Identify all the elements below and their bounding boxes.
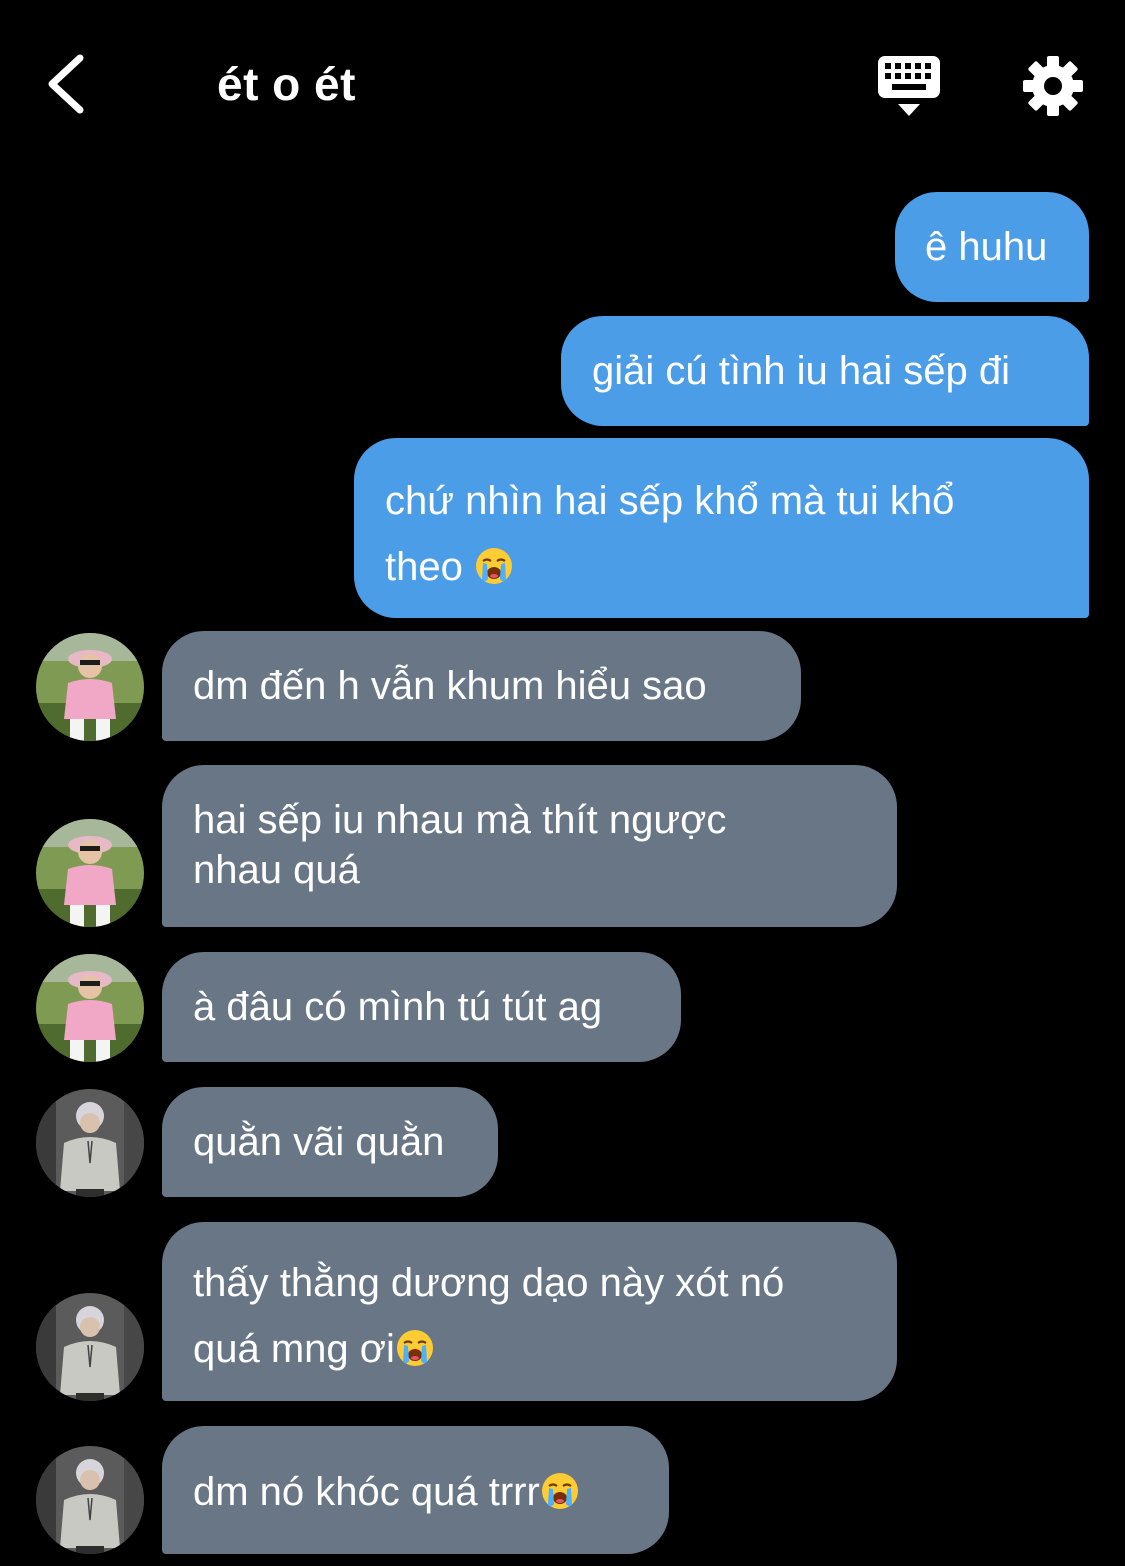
- message-bubble-sent[interactable]: giải cú tình iu hai sếp đi: [561, 316, 1089, 426]
- message-text: hai sếp iu nhau mà thít ngược: [193, 798, 727, 842]
- keyboard-hide-icon: [878, 56, 940, 116]
- message-text: dm đến h vẫn khum hiểu sao: [193, 664, 707, 708]
- loudly-crying-face-icon: [540, 1471, 580, 1511]
- loudly-crying-face-icon: [395, 1328, 435, 1368]
- message-text: chứ nhìn hai sếp khổ mà tui khổ: [385, 479, 955, 523]
- avatar[interactable]: [36, 819, 144, 927]
- loudly-crying-face-icon: [474, 546, 514, 586]
- grey-hoodie-avatar-icon: [36, 1089, 144, 1197]
- gear-icon: [1023, 56, 1083, 116]
- message-text-line: theo: [385, 534, 1089, 600]
- pink-shirt-avatar-icon: [36, 954, 144, 1062]
- message-bubble-sent[interactable]: ê huhu: [895, 192, 1089, 302]
- message-text: giải cú tình iu hai sếp đi: [592, 349, 1011, 393]
- message-bubble-received[interactable]: quằn vãi quằn: [162, 1087, 498, 1197]
- pink-shirt-avatar-icon: [36, 819, 144, 927]
- message-text: ê huhu: [925, 225, 1048, 269]
- chat-header: ét o ét: [0, 0, 1125, 170]
- message-bubble-received[interactable]: dm nó khóc quá trrr: [162, 1426, 669, 1554]
- avatar[interactable]: [36, 1089, 144, 1197]
- message-bubble-received[interactable]: dm đến h vẫn khum hiểu sao: [162, 631, 801, 741]
- message-text: thấy thằng dương dạo này xót nó: [193, 1261, 785, 1305]
- avatar[interactable]: [36, 1446, 144, 1554]
- message-text: quằn vãi quằn: [193, 1120, 445, 1164]
- back-button[interactable]: [40, 52, 96, 116]
- avatar[interactable]: [36, 633, 144, 741]
- message-text: nhau quá: [193, 848, 360, 892]
- avatar[interactable]: [36, 954, 144, 1062]
- grey-hoodie-avatar-icon: [36, 1293, 144, 1401]
- message-text: dm nó khóc quá trrr: [193, 1470, 540, 1514]
- chat-title: ét o ét: [217, 58, 356, 110]
- avatar[interactable]: [36, 1293, 144, 1401]
- settings-button[interactable]: [1021, 54, 1085, 118]
- message-bubble-received[interactable]: hai sếp iu nhau mà thít ngược nhau quá: [162, 765, 897, 927]
- chevron-left-icon: [48, 54, 84, 114]
- grey-hoodie-avatar-icon: [36, 1446, 144, 1554]
- message-bubble-received[interactable]: thấy thằng dương dạo này xót nó quá mng …: [162, 1222, 897, 1401]
- message-text: quá mng ơi: [193, 1327, 395, 1371]
- message-text: theo: [385, 545, 463, 589]
- keyboard-button[interactable]: [876, 54, 942, 120]
- message-text: à đâu có mình tú tút ag: [193, 985, 603, 1029]
- pink-shirt-avatar-icon: [36, 633, 144, 741]
- message-bubble-received[interactable]: à đâu có mình tú tút ag: [162, 952, 681, 1062]
- message-bubble-sent[interactable]: chứ nhìn hai sếp khổ mà tui khổ theo: [354, 438, 1089, 618]
- message-text-line: quá mng ơi: [193, 1316, 897, 1382]
